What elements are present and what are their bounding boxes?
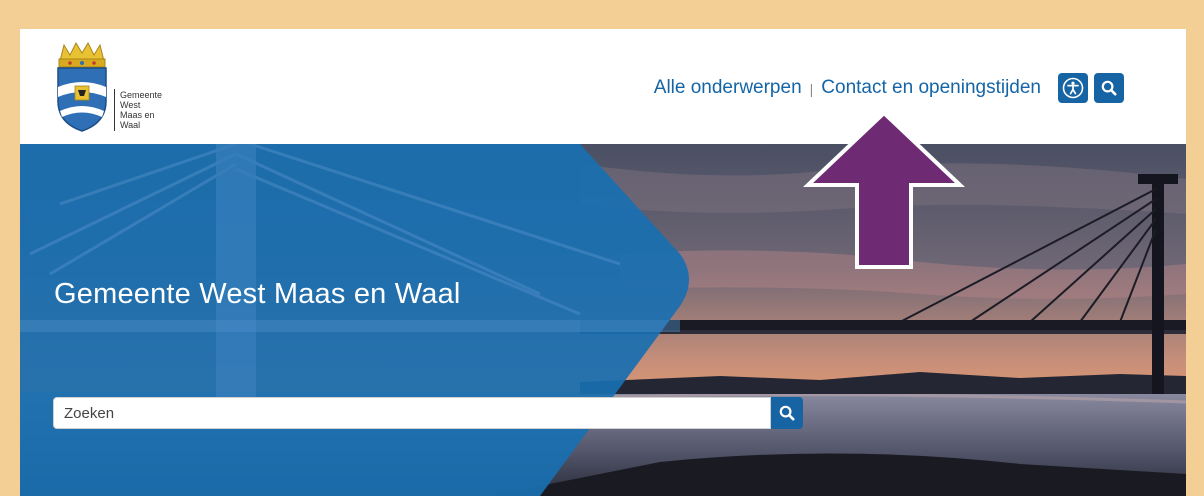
logo-divider bbox=[114, 89, 115, 131]
accessibility-button[interactable] bbox=[1058, 73, 1088, 103]
municipality-logo[interactable]: Gemeente West Maas en Waal bbox=[50, 41, 200, 141]
bridge-sunset-photo bbox=[20, 144, 1186, 496]
site-search bbox=[53, 397, 803, 429]
logo-wordmark: Gemeente West Maas en Waal bbox=[120, 90, 180, 130]
coat-of-arms-icon bbox=[57, 41, 107, 132]
screenshot-frame: Gemeente West Maas en Waal Alle onderwer… bbox=[20, 29, 1186, 496]
page-title: Gemeente West Maas en Waal bbox=[54, 278, 461, 310]
logo-line: Waal bbox=[120, 120, 141, 130]
site-header: Gemeente West Maas en Waal Alle onderwer… bbox=[20, 29, 1186, 144]
logo-line: West bbox=[120, 100, 141, 110]
nav-link-contact[interactable]: Contact en openingstijden bbox=[821, 77, 1041, 99]
search-icon bbox=[779, 405, 795, 421]
nav-link-all-topics[interactable]: Alle onderwerpen bbox=[654, 77, 802, 99]
nav-separator: | bbox=[809, 81, 814, 97]
header-search-button[interactable] bbox=[1094, 73, 1124, 103]
main-navigation: Alle onderwerpen | Contact en openingsti… bbox=[654, 73, 1124, 103]
search-icon bbox=[1101, 80, 1117, 96]
accessibility-icon bbox=[1062, 77, 1084, 99]
hero-banner: Gemeente West Maas en Waal bbox=[20, 144, 1186, 496]
logo-line: Maas en bbox=[120, 110, 155, 120]
search-submit-button[interactable] bbox=[771, 397, 803, 429]
logo-line: Gemeente bbox=[120, 90, 163, 100]
search-input[interactable] bbox=[53, 397, 771, 429]
